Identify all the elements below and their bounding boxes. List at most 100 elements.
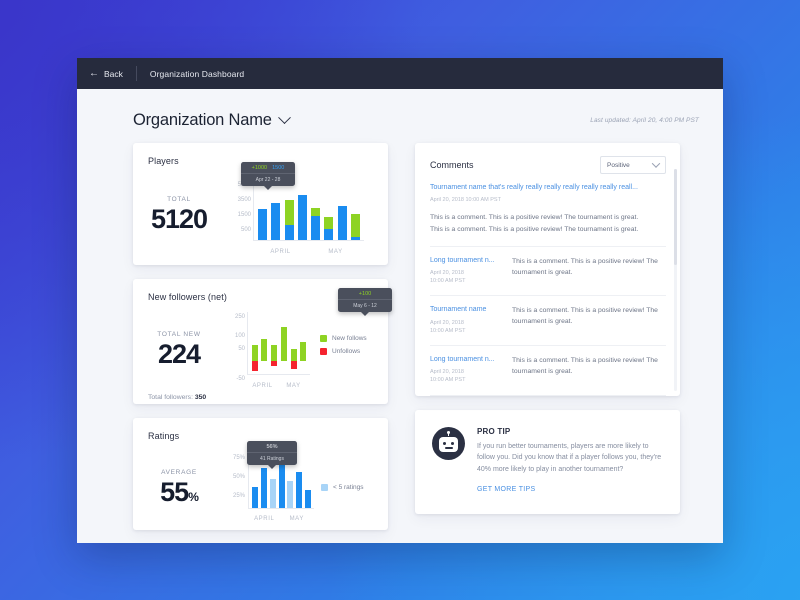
bar-column[interactable] (271, 312, 278, 374)
tooltip-new-value: +1000 (251, 165, 268, 171)
bar-segment-new (284, 200, 294, 225)
pro-tip-card: PRO TIP If you run better tournaments, p… (415, 410, 680, 514)
comment-title-link[interactable]: Long tournament n... (430, 355, 502, 365)
org-selector[interactable]: Organization Name (133, 111, 291, 130)
list-item[interactable]: Long tournament n... April 20, 2018 10:0… (430, 247, 666, 296)
bar-column[interactable] (284, 180, 294, 240)
x-tick-may: MAY (289, 516, 304, 522)
comment-body-line: This is a comment. This is a positive re… (430, 214, 639, 222)
bar[interactable] (305, 489, 312, 508)
bar-column[interactable] (297, 180, 307, 240)
bar-unfollows (271, 360, 278, 366)
followers-bars (248, 312, 310, 374)
ratings-chart[interactable]: 75% 50% 25% APRIL MAY 56% 41 Ratings (225, 441, 314, 525)
back-button[interactable]: ← Back (77, 58, 136, 89)
comment-meta: Tournament name April 20, 2018 10:00 AM … (430, 305, 502, 335)
bar-new-follows (261, 338, 268, 361)
bar-column[interactable] (324, 180, 334, 240)
bar-column[interactable] (261, 312, 268, 374)
players-chart[interactable]: 5500 3500 1500 500 +1000 1500 (225, 162, 375, 256)
bar-column[interactable] (271, 180, 281, 240)
bar-column[interactable] (350, 180, 360, 240)
legend-label: New follows (332, 335, 367, 342)
bar-segment-existing (297, 195, 307, 240)
tooltip-total-value: 1500 (272, 165, 285, 171)
ratings-y-axis: 75% 50% 25% (225, 455, 245, 499)
x-tick-april: APRIL (270, 249, 291, 255)
bar-column[interactable] (280, 312, 287, 374)
sentiment-filter-select[interactable]: Positive (600, 156, 666, 174)
comments-scrollbar-thumb[interactable] (674, 169, 677, 265)
bar[interactable] (269, 478, 276, 508)
robot-icon (432, 427, 465, 460)
comment-body: This is a comment. This is a positive re… (512, 357, 658, 376)
bar[interactable] (278, 461, 285, 508)
page-header: Organization Name Last updated: April 20… (77, 89, 723, 130)
get-more-tips-link[interactable]: GET MORE TIPS (477, 486, 536, 493)
bar[interactable] (260, 467, 267, 508)
chevron-down-icon (277, 111, 291, 125)
comment-date-line: April 20, 2018 (430, 269, 464, 276)
legend-item: < 5 ratings (321, 483, 364, 491)
comments-card: Comments Positive Tournament name that's… (415, 143, 680, 396)
legend-swatch-unfollows (320, 348, 327, 355)
comment-title-link[interactable]: Tournament name (430, 305, 502, 315)
comment-date: April 20, 2018 10:00 AM PST (430, 197, 501, 204)
y-tick: 100 (234, 333, 245, 339)
ratings-tooltip: 56% 41 Ratings (247, 441, 297, 469)
right-column: Comments Positive Tournament name that's… (415, 143, 680, 530)
legend-label: Unfollows (332, 348, 361, 355)
comment-time-line: 10:00 AM PST (430, 278, 466, 285)
y-tick: 250 (234, 314, 245, 320)
total-followers-label: Total followers: (148, 394, 193, 401)
bar-column[interactable] (300, 312, 307, 374)
bar-column[interactable] (290, 312, 297, 374)
sentiment-filter-value: Positive (607, 161, 630, 169)
total-followers-value: 350 (194, 394, 207, 401)
robot-head (439, 437, 458, 452)
bar-segment-existing (337, 206, 347, 240)
bar-column[interactable] (311, 180, 321, 240)
followers-y-axis: 250 100 50 -50 (225, 314, 245, 382)
bar-segment-existing (350, 237, 360, 240)
pro-tip-body: If you run better tournaments, players a… (477, 443, 662, 473)
bar-new-follows (300, 341, 307, 361)
list-item[interactable]: Long tournament n... April 20, 2018 10:0… (430, 346, 666, 395)
bar-column[interactable] (337, 180, 347, 240)
ratings-card: Ratings AVERAGE 55% 75% 50% 25% APRIL MA… (133, 418, 388, 530)
bar[interactable] (287, 480, 294, 508)
y-tick: -50 (236, 376, 245, 382)
page-title: Organization Name (133, 111, 272, 129)
comment-body-line: This is a comment. This is a positive re… (430, 225, 639, 233)
comments-header: Comments Positive (415, 143, 680, 174)
bar-segment-new (311, 208, 321, 216)
comment-title-link[interactable]: Long tournament n... (430, 256, 502, 266)
ratings-number: 55 (160, 476, 189, 507)
pro-tip-title: PRO TIP (477, 427, 511, 436)
players-tooltip: +1000 1500 Apr 22 - 28 (241, 162, 295, 190)
comment-body: This is a comment. This is a positive re… (512, 257, 658, 276)
comments-list[interactable]: Tournament name that's really really rea… (415, 174, 680, 396)
bar-new-follows (280, 327, 287, 361)
comments-scrollbar-track[interactable] (674, 169, 677, 391)
y-tick: 1500 (237, 212, 251, 218)
bar-unfollows (251, 360, 258, 372)
comment-meta: Long tournament n... April 20, 2018 10:0… (430, 355, 502, 385)
bar[interactable] (251, 487, 258, 508)
players-metric-label: TOTAL (167, 195, 191, 203)
followers-tooltip: +100 May 6 - 12 (338, 288, 392, 316)
bar-new-follows (271, 344, 278, 361)
legend-item: New follows (320, 335, 367, 342)
tooltip-percent: 56% (266, 444, 278, 450)
bar[interactable] (296, 471, 303, 508)
chevron-down-icon (651, 159, 661, 168)
nav-title: Organization Dashboard (149, 68, 245, 79)
bar-column[interactable] (251, 312, 258, 374)
legend-label: < 5 ratings (333, 483, 364, 491)
comment-title-link[interactable]: Tournament name that's really really rea… (430, 183, 666, 193)
list-item[interactable]: Tournament name April 20, 2018 10:00 AM … (430, 296, 666, 345)
dashboard-content: Players TOTAL 5120 5500 3500 1500 500 (77, 130, 723, 530)
followers-chart[interactable]: 250 100 50 -50 APRIL MAY (225, 304, 310, 392)
last-updated-text: Last updated: April 20, 4:00 PM PST (590, 117, 699, 124)
followers-metric-label: TOTAL NEW (157, 330, 201, 338)
